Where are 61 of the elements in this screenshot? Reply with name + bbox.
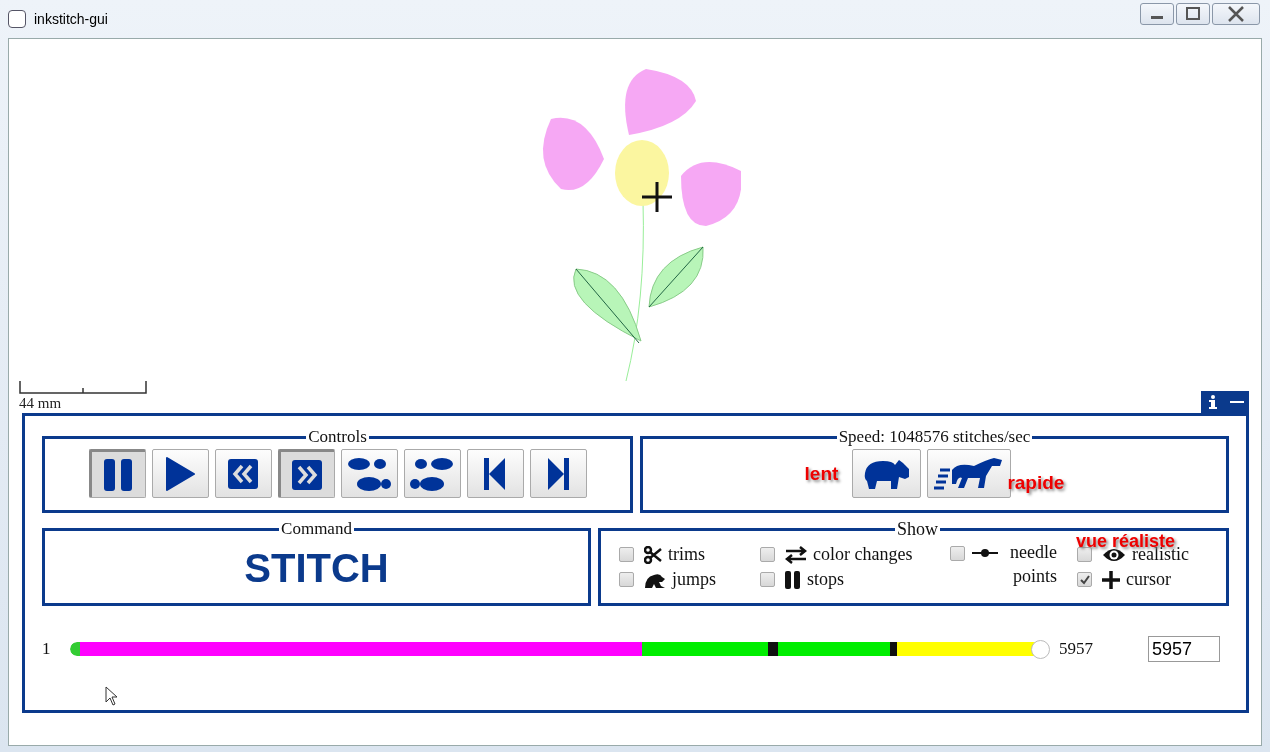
color-change-marker (889, 642, 898, 656)
swap-arrows-icon (785, 545, 807, 564)
checkbox[interactable] (1077, 547, 1092, 562)
group-title: Controls (307, 430, 368, 444)
fast-forward-button[interactable] (277, 449, 335, 498)
group-title: Show (896, 522, 939, 536)
step-back-button[interactable] (340, 449, 398, 498)
minimize-icon[interactable] (1140, 3, 1174, 25)
info-icon[interactable] (1206, 394, 1219, 410)
rewind-button[interactable] (214, 449, 272, 498)
close-icon[interactable] (1212, 3, 1260, 25)
first-stitch-button[interactable] (466, 449, 524, 498)
footprints-icon (410, 456, 454, 491)
checkbox[interactable] (760, 572, 775, 587)
play-button[interactable] (151, 449, 209, 498)
last-stitch-button[interactable] (529, 449, 587, 498)
play-icon (165, 456, 195, 491)
slider-thumb[interactable] (1031, 640, 1050, 659)
end-label: 5957 (1059, 639, 1093, 659)
eye-icon (1102, 546, 1126, 563)
slower-button[interactable] (852, 449, 922, 498)
maximize-icon[interactable] (1176, 3, 1210, 25)
scale-bar-icon (19, 381, 147, 395)
checkbox[interactable] (1077, 572, 1092, 587)
checkbox[interactable] (619, 547, 634, 562)
group-title: Command (280, 522, 353, 536)
crosshair-icon (642, 182, 672, 212)
mouse-pointer-icon (105, 686, 119, 706)
option-label: stops (807, 569, 844, 590)
fast-label: rapide (1007, 471, 1065, 494)
start-label: 1 (42, 639, 52, 659)
scissors-icon (644, 545, 662, 564)
skip-forward-icon (546, 456, 570, 491)
window-title: inkstitch-gui (34, 11, 108, 27)
plus-icon (1102, 570, 1120, 589)
pause-button[interactable] (88, 449, 146, 498)
app-icon (8, 10, 26, 28)
footprints-icon (347, 456, 391, 491)
running-horse-icon (934, 455, 1005, 492)
needle-point-icon (972, 548, 998, 558)
option-label: jumps (672, 569, 716, 590)
pause-icon (785, 570, 801, 589)
step-forward-button[interactable] (403, 449, 461, 498)
fast-forward-icon (292, 459, 322, 490)
stitch-timeline[interactable] (70, 639, 1050, 659)
scale-label: 44 mm (19, 395, 63, 411)
pause-icon (103, 457, 133, 492)
rewind-icon (228, 458, 258, 489)
option-label: cursor (1126, 569, 1171, 590)
checkbox[interactable] (760, 547, 775, 562)
skip-back-icon (483, 456, 507, 491)
speed-title: Speed: 1048576 stitches/sec (837, 430, 1032, 444)
checkbox[interactable] (619, 572, 634, 587)
checkbox[interactable] (950, 546, 965, 561)
stitch-number-field[interactable]: 5957 (1148, 636, 1220, 662)
option-label: needle points (1009, 541, 1057, 588)
command-value: STITCH (243, 546, 390, 591)
option-label: trims (668, 544, 705, 565)
slow-label: lent (804, 462, 839, 485)
color-change-marker (768, 642, 779, 656)
option-label: color changes (813, 544, 913, 565)
